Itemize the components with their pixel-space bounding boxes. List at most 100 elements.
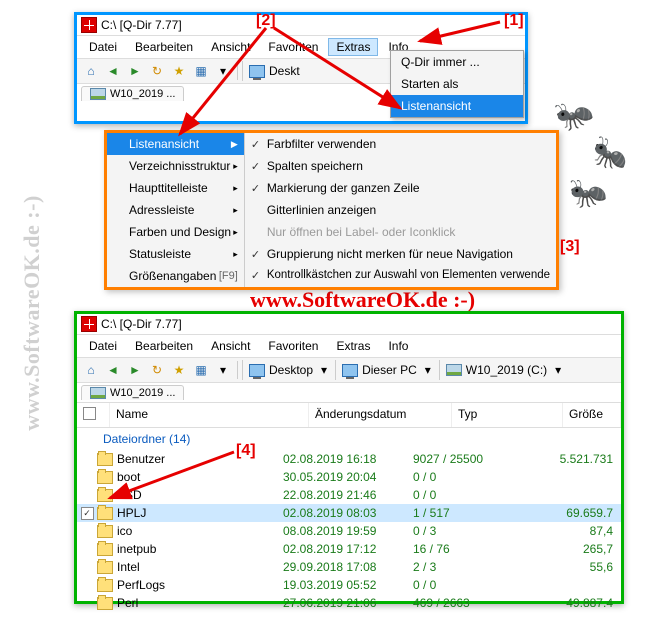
menu-favoriten[interactable]: Favoriten xyxy=(260,337,326,355)
drive-icon xyxy=(90,387,106,399)
table-row[interactable]: inetpub02.08.2019 17:1216 / 76265,7 xyxy=(77,540,621,558)
titlebar-bot: C:\ [Q-Dir 7.77] xyxy=(77,314,621,335)
menu-extras[interactable]: Extras xyxy=(328,337,378,355)
watermark-vertical: www.SoftwareOK.de :-) xyxy=(19,195,45,431)
refresh-icon[interactable]: ↻ xyxy=(147,61,167,81)
chevron-right-icon: ▸ xyxy=(233,161,238,172)
favorite-icon[interactable]: ★ xyxy=(169,61,189,81)
back-icon[interactable]: ◄ xyxy=(103,61,123,81)
submenu-adressleiste[interactable]: Adressleiste▸ xyxy=(107,199,244,221)
col-size[interactable]: Größe xyxy=(563,403,621,427)
refresh-icon[interactable]: ↻ xyxy=(147,360,167,380)
menubar-bot[interactable]: Datei Bearbeiten Ansicht Favoriten Extra… xyxy=(77,335,621,358)
table-row[interactable]: ico08.08.2019 19:590 / 387,4 xyxy=(77,522,621,540)
listenansicht-submenu: Listenansicht▶ Verzeichnisstruktur▸ Haup… xyxy=(104,130,559,290)
row-size: 87,4 xyxy=(511,524,621,538)
back-icon[interactable]: ◄ xyxy=(103,360,123,380)
submenu-groessenangaben[interactable]: Größenangaben[F9] xyxy=(107,265,244,287)
folder-icon xyxy=(97,507,113,520)
annotation-4: [4] xyxy=(236,442,256,460)
row-name[interactable]: Intel xyxy=(97,560,283,574)
file-group-header[interactable]: Dateiordner (14) xyxy=(77,428,621,450)
table-row[interactable]: Benutzer02.08.2019 16:189027 / 255005.52… xyxy=(77,450,621,468)
chevron-right-icon: ▸ xyxy=(233,205,238,216)
submenu-listenansicht[interactable]: Listenansicht▶ xyxy=(107,133,244,155)
table-row[interactable]: ✓HPLJ02.08.2019 08:031 / 51769.659.7 xyxy=(77,504,621,522)
menu-favoriten[interactable]: Favoriten xyxy=(260,38,326,56)
menu-item-qdir-immer[interactable]: Q-Dir immer ... xyxy=(391,51,523,73)
file-list-header[interactable]: Name Änderungsdatum Typ Größe xyxy=(77,402,621,428)
col-name[interactable]: Name xyxy=(110,403,309,427)
tab[interactable]: W10_2019 ... xyxy=(81,385,184,400)
table-row[interactable]: boot30.05.2019 20:040 / 0 xyxy=(77,468,621,486)
menu-datei[interactable]: Datei xyxy=(81,337,125,355)
crumb-desktop[interactable]: Desktop▾ xyxy=(242,360,333,380)
row-typ: 469 / 2663 xyxy=(413,596,511,610)
row-name[interactable]: PerfLogs xyxy=(97,578,283,592)
home-icon[interactable]: ⌂ xyxy=(81,360,101,380)
menu-item-starten-als[interactable]: Starten als xyxy=(391,73,523,95)
row-date: 02.08.2019 17:12 xyxy=(283,542,413,556)
table-row[interactable]: Intel29.09.2018 17:082 / 355,6 xyxy=(77,558,621,576)
submenu-statusleiste[interactable]: Statusleiste▸ xyxy=(107,243,244,265)
row-checkbox[interactable]: ✓ xyxy=(77,507,97,520)
menu-bearbeiten[interactable]: Bearbeiten xyxy=(127,337,201,355)
forward-icon[interactable]: ► xyxy=(125,61,145,81)
drive-icon xyxy=(90,88,106,100)
row-date: 29.09.2018 17:08 xyxy=(283,560,413,574)
col-date[interactable]: Änderungsdatum xyxy=(309,403,452,427)
desktop-icon xyxy=(249,65,265,78)
row-size: 265,7 xyxy=(511,542,621,556)
opt-spalten-speichern[interactable]: Spalten speichern xyxy=(245,155,556,177)
opt-markierung-zeile[interactable]: Markierung der ganzen Zeile xyxy=(245,177,556,199)
folder-icon xyxy=(97,579,113,592)
row-date: 08.08.2019 19:59 xyxy=(283,524,413,538)
opt-farbfilter[interactable]: Farbfilter verwenden xyxy=(245,133,556,155)
submenu-haupttitelleiste[interactable]: Haupttitelleiste▸ xyxy=(107,177,244,199)
window-title: C:\ [Q-Dir 7.77] xyxy=(101,317,182,331)
menu-ansicht[interactable]: Ansicht xyxy=(203,38,258,56)
table-row[interactable]: PerfLogs19.03.2019 05:520 / 0 xyxy=(77,576,621,594)
row-name[interactable]: boot xyxy=(97,470,283,484)
submenu-verzeichnisstruktur[interactable]: Verzeichnisstruktur▸ xyxy=(107,155,244,177)
folder-icon xyxy=(97,489,113,502)
table-row[interactable]: ESD22.08.2019 21:460 / 0 xyxy=(77,486,621,504)
opt-gitterlinien[interactable]: Gitterlinien anzeigen xyxy=(245,199,556,221)
menu-ansicht[interactable]: Ansicht xyxy=(203,337,258,355)
opt-kontrollkaestchen[interactable]: Kontrollkästchen zur Auswahl von Element… xyxy=(245,265,556,285)
qdir-window-bottom: C:\ [Q-Dir 7.77] Datei Bearbeiten Ansich… xyxy=(74,311,624,604)
grid-icon[interactable]: ▦ xyxy=(191,61,211,81)
dropdown-icon[interactable]: ▾ xyxy=(213,360,233,380)
crumb-pc[interactable]: Dieser PC▾ xyxy=(335,360,437,380)
table-row[interactable]: Perl27.06.2019 21:06469 / 266349.887.4 xyxy=(77,594,621,612)
home-icon[interactable]: ⌂ xyxy=(81,61,101,81)
favorite-icon[interactable]: ★ xyxy=(169,360,189,380)
col-typ[interactable]: Typ xyxy=(452,403,563,427)
dropdown-icon[interactable]: ▾ xyxy=(213,61,233,81)
crumb-desktop[interactable]: Deskt xyxy=(242,61,306,81)
checkbox-icon[interactable] xyxy=(83,407,96,420)
crumb-drive[interactable]: W10_2019 (C:)▾ xyxy=(439,360,567,380)
row-name[interactable]: ico xyxy=(97,524,283,538)
row-size: 55,6 xyxy=(511,560,621,574)
col-checkbox[interactable] xyxy=(77,403,110,427)
forward-icon[interactable]: ► xyxy=(125,360,145,380)
menu-extras[interactable]: Extras xyxy=(328,38,378,56)
row-date: 02.08.2019 16:18 xyxy=(283,452,413,466)
row-name[interactable]: ESD xyxy=(97,488,283,502)
submenu-farben-design[interactable]: Farben und Design▸ xyxy=(107,221,244,243)
grid-icon[interactable]: ▦ xyxy=(191,360,211,380)
menu-datei[interactable]: Datei xyxy=(81,38,125,56)
checkbox-icon[interactable]: ✓ xyxy=(81,507,94,520)
menu-info[interactable]: Info xyxy=(380,337,416,355)
menu-bearbeiten[interactable]: Bearbeiten xyxy=(127,38,201,56)
row-name[interactable]: inetpub xyxy=(97,542,283,556)
opt-gruppierung[interactable]: Gruppierung nicht merken für neue Naviga… xyxy=(245,243,556,265)
folder-icon xyxy=(97,543,113,556)
row-name[interactable]: Perl xyxy=(97,596,283,610)
row-date: 02.08.2019 08:03 xyxy=(283,506,413,520)
app-icon xyxy=(81,316,97,332)
tab[interactable]: W10_2019 ... xyxy=(81,86,184,101)
row-name[interactable]: HPLJ xyxy=(97,506,283,520)
menu-item-listenansicht[interactable]: Listenansicht xyxy=(391,95,523,117)
